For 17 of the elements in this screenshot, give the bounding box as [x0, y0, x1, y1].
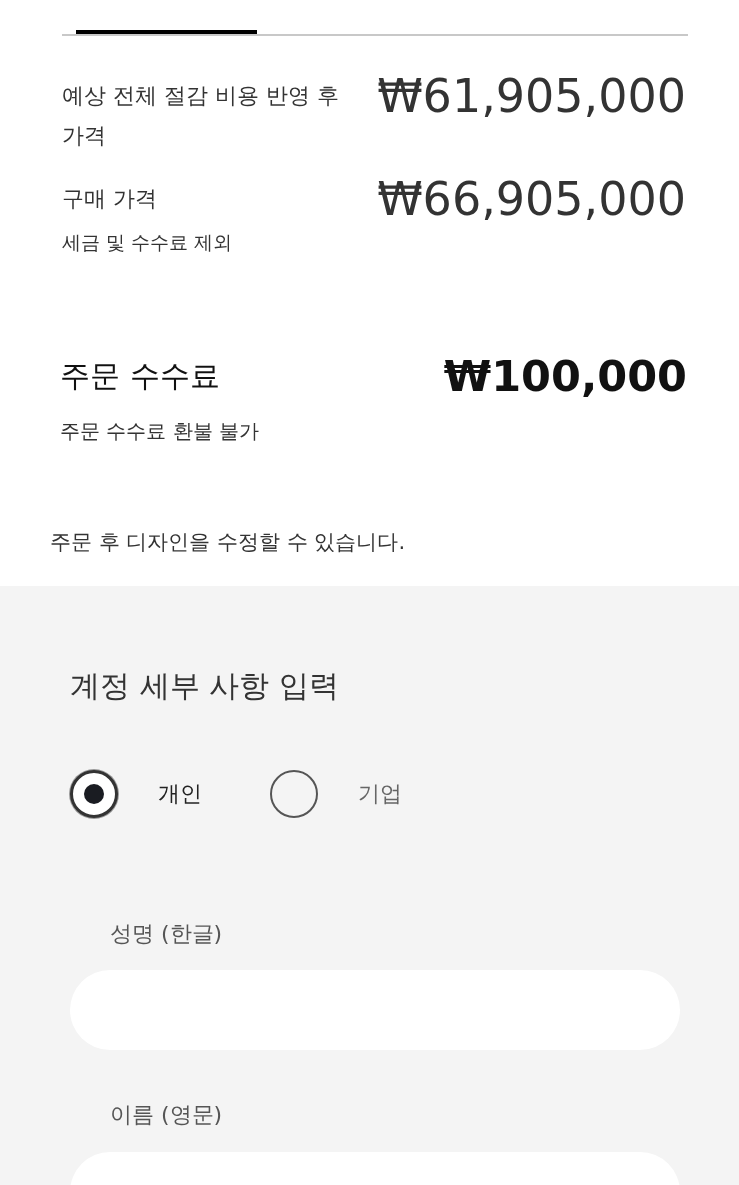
- tab[interactable]: [62, 30, 271, 36]
- radio-button[interactable]: [70, 770, 118, 818]
- field-label: 성명 (한글): [110, 921, 223, 946]
- price-value: ₩66,905,000: [377, 179, 686, 219]
- fee-value: ₩100,000: [443, 354, 687, 398]
- design-note: 주문 후 디자인을 수정할 수 있습니다.: [50, 530, 406, 554]
- price-note: 세금 및 수수료 제외: [62, 231, 233, 253]
- price-label: 구매 가격: [62, 185, 158, 213]
- price-value: ₩61,905,000: [377, 76, 686, 116]
- radio-button[interactable]: [270, 770, 318, 818]
- radio-label[interactable]: 기업: [358, 778, 402, 810]
- field-label: 이름 (영문): [110, 1102, 223, 1127]
- radio-label[interactable]: 개인: [158, 778, 202, 810]
- section-title: 계정 세부 사항 입력: [70, 667, 340, 705]
- fee-note: 주문 수수료 환불 불가: [60, 419, 260, 443]
- price-label: 예상 전체 절감 비용 반영 후 가격: [62, 82, 340, 150]
- fee-label: 주문 수수료: [60, 357, 220, 395]
